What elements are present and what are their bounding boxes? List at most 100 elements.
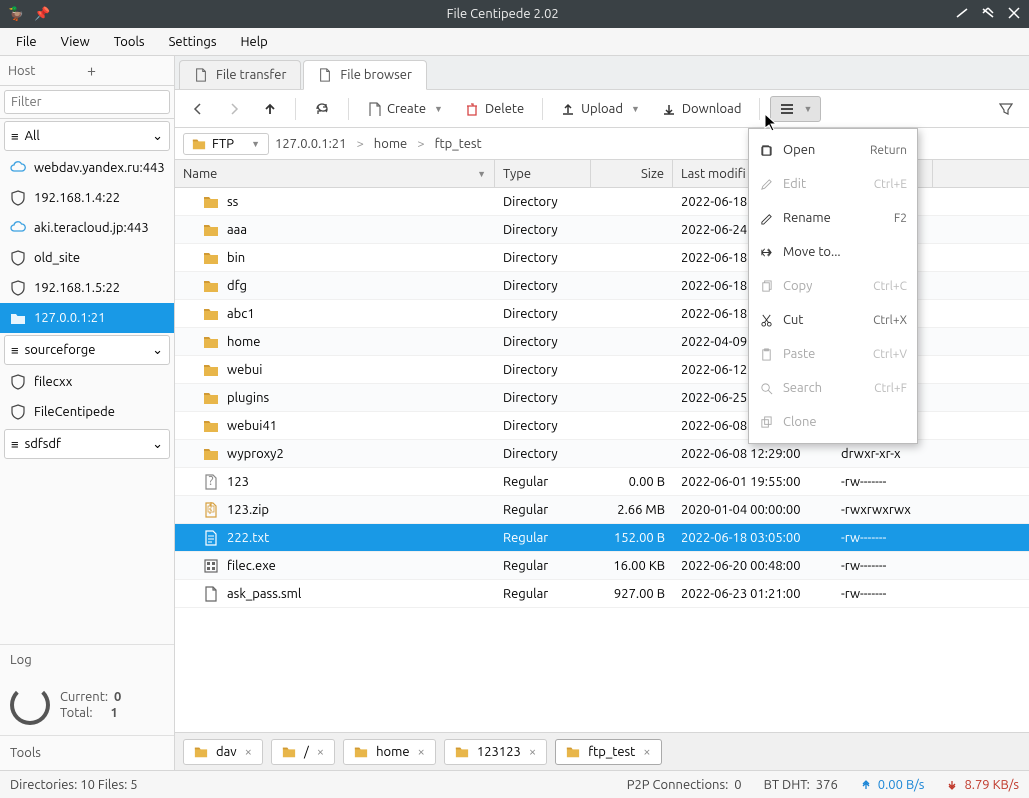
host-item[interactable]: 192.168.1.4:22 [0, 183, 174, 213]
tab-file-browser[interactable]: File browser [303, 60, 427, 90]
host-item[interactable]: filecxx [0, 367, 174, 397]
close-tab-icon[interactable]: × [643, 745, 650, 759]
host-item[interactable]: webdav.yandex.ru:443 [0, 153, 174, 183]
table-row[interactable]: filec.exeRegular16.00 KB2022-06-20 00:48… [175, 552, 1029, 580]
file-perm: -rw------- [833, 559, 933, 573]
file-name: home [227, 335, 260, 349]
forward-button[interactable] [219, 97, 249, 121]
current-label: Current: [60, 690, 108, 704]
scheme-label: FTP [212, 137, 234, 151]
ctx-open[interactable]: OpenReturn [749, 133, 917, 167]
host-item[interactable]: old_site [0, 243, 174, 273]
svg-text:!: ! [209, 502, 213, 514]
menu-help[interactable]: Help [230, 31, 277, 53]
breadcrumb-segment[interactable]: 127.0.0.1:21 [275, 137, 346, 151]
file-name: aaa [227, 223, 247, 237]
file-date: 2022-06-20 00:48:00 [673, 559, 833, 573]
current-value: 0 [114, 690, 121, 704]
more-menu-button[interactable]: ▼ [770, 96, 821, 122]
file-type: Directory [495, 195, 591, 209]
file-size: 16.00 KB [591, 559, 673, 573]
group-all[interactable]: ≡ All ⌄ [4, 121, 170, 151]
pin-icon[interactable]: 📌 [34, 7, 50, 22]
table-row[interactable]: ?123Regular0.00 B2022-06-01 19:55:00-rw-… [175, 468, 1029, 496]
file-type: Regular [495, 559, 591, 573]
breadcrumb-segment[interactable]: ftp_test [435, 137, 482, 151]
host-label: Host [8, 64, 87, 78]
tab-file-transfer[interactable]: File transfer [179, 60, 301, 89]
add-host-icon[interactable]: + [87, 62, 166, 80]
menu-settings[interactable]: Settings [159, 31, 227, 53]
filter-input[interactable] [4, 90, 170, 114]
col-type[interactable]: Type [495, 160, 591, 187]
back-button[interactable] [183, 97, 213, 121]
file-name: dfg [227, 279, 247, 293]
host-label: webdav.yandex.ru:443 [34, 161, 165, 175]
col-size[interactable]: Size [591, 160, 673, 187]
group-sourceforge[interactable]: ≡ sourceforge ⌄ [4, 335, 170, 365]
svg-text:?: ? [208, 474, 213, 488]
file-size: 152.00 B [591, 531, 673, 545]
ctx-rename[interactable]: RenameF2 [749, 201, 917, 235]
p2p-stat: P2P Connections: 0 [627, 778, 742, 792]
ctx-search: SearchCtrl+F [749, 371, 917, 405]
download-button[interactable]: Download [654, 97, 750, 121]
file-type: Directory [495, 279, 591, 293]
maximize-icon[interactable] [981, 6, 995, 23]
breadcrumb-segment[interactable]: home [374, 137, 407, 151]
file-perm: drwxr-xr-x [833, 447, 933, 461]
host-item[interactable]: FileCentipede [0, 397, 174, 427]
location-tab[interactable]: ftp_test× [555, 739, 661, 765]
main-tabs: File transferFile browser [175, 56, 1029, 90]
open-icon [759, 143, 773, 157]
ctx-move-to-[interactable]: Move to... [749, 235, 917, 269]
location-tabs: dav× /× home× 123123× ftp_test× [175, 732, 1029, 770]
shortcut: Ctrl+C [873, 280, 907, 293]
close-tab-icon[interactable]: × [245, 745, 252, 759]
create-button[interactable]: Create▼ [359, 97, 451, 121]
file-perm: -rw------- [833, 587, 933, 601]
host-item[interactable]: 127.0.0.1:21 [0, 303, 174, 333]
table-row[interactable]: ask_pass.smlRegular927.00 B2022-06-23 01… [175, 580, 1029, 608]
tools-label[interactable]: Tools [0, 736, 174, 770]
table-row[interactable]: !123.zipRegular2.66 MB2020-01-04 00:00:0… [175, 496, 1029, 524]
menu-file[interactable]: File [6, 31, 47, 53]
close-tab-icon[interactable]: × [418, 745, 425, 759]
menu-view[interactable]: View [51, 31, 100, 53]
filter-button[interactable] [991, 97, 1021, 121]
up-button[interactable] [255, 97, 285, 121]
file-name: ss [227, 195, 238, 209]
location-tab[interactable]: home× [343, 739, 436, 765]
location-tab[interactable]: /× [271, 739, 335, 765]
upload-button[interactable]: Upload▼ [553, 97, 648, 121]
table-row[interactable]: 222.txtRegular152.00 B2022-06-18 03:05:0… [175, 524, 1029, 552]
location-tab[interactable]: dav× [183, 739, 263, 765]
file-type: Directory [495, 223, 591, 237]
file-name: bin [227, 251, 245, 265]
location-tab[interactable]: 123123× [444, 739, 547, 765]
close-icon[interactable] [1007, 6, 1021, 23]
host-label: filecxx [34, 375, 72, 389]
group-sdfsdf[interactable]: ≡ sdfsdf ⌄ [4, 429, 170, 459]
refresh-button[interactable] [306, 96, 338, 122]
scheme-select[interactable]: FTP ▼ [183, 133, 269, 155]
delete-button[interactable]: Delete [457, 97, 532, 121]
close-tab-icon[interactable]: × [529, 745, 536, 759]
log-label[interactable]: Log [10, 653, 164, 667]
group-all-label: All [25, 129, 40, 143]
minimize-icon[interactable] [955, 6, 969, 23]
move-icon [759, 245, 773, 259]
host-item[interactable]: 192.168.1.5:22 [0, 273, 174, 303]
rename-icon [759, 211, 773, 225]
app-icon: 🦆 [8, 7, 24, 22]
ctx-cut[interactable]: CutCtrl+X [749, 303, 917, 337]
close-tab-icon[interactable]: × [317, 745, 324, 759]
host-item[interactable]: aki.teracloud.jp:443 [0, 213, 174, 243]
file-name: plugins [227, 391, 269, 405]
col-name[interactable]: Name▼ [175, 160, 495, 187]
menu-tools[interactable]: Tools [104, 31, 155, 53]
table-row[interactable]: wyproxy2Directory2022-06-08 12:29:00drwx… [175, 440, 1029, 468]
clone-icon [759, 415, 773, 429]
file-name: 123 [227, 475, 249, 489]
file-type: Directory [495, 391, 591, 405]
